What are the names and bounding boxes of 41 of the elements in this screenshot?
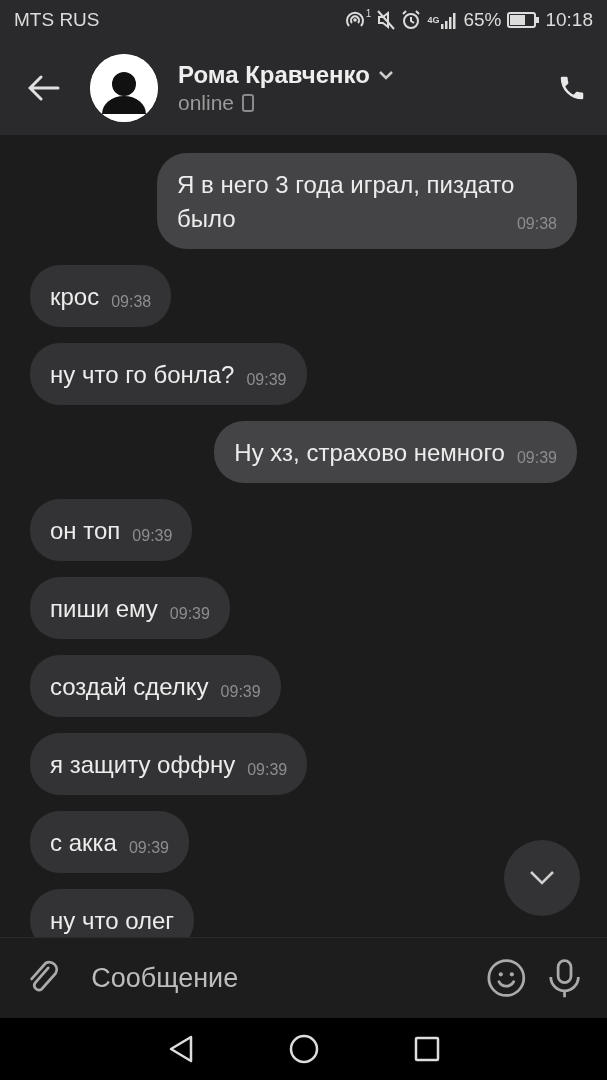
back-arrow-icon[interactable] xyxy=(28,74,60,101)
message-time: 09:39 xyxy=(220,682,261,702)
received-message: я защиту оффну 09:39 xyxy=(30,733,308,795)
chevron-down-icon xyxy=(529,870,555,886)
received-message: крос 09:38 xyxy=(30,265,172,327)
contact-status: online xyxy=(178,90,235,115)
message-time: 09:39 xyxy=(169,604,210,624)
home-icon[interactable] xyxy=(288,1034,319,1064)
chevron-down-icon[interactable] xyxy=(377,69,394,80)
mute-icon xyxy=(377,10,396,30)
received-message: пиши ему 09:39 xyxy=(30,577,230,639)
message-time: 09:38 xyxy=(516,214,557,234)
battery-percent: 65% xyxy=(463,9,502,31)
phone-device-icon xyxy=(242,93,255,112)
received-message: ну что го бонла? 09:39 xyxy=(30,343,307,405)
received-message: ну что олег xyxy=(30,889,195,937)
back-icon[interactable] xyxy=(167,1035,194,1063)
avatar[interactable] xyxy=(90,53,158,122)
microphone-icon[interactable] xyxy=(547,957,581,999)
clock: 10:18 xyxy=(545,9,593,31)
contact-name[interactable]: Рома Кравченко xyxy=(178,60,370,89)
message-time: 09:39 xyxy=(516,448,557,468)
sent-message: Ну хз, страхово немного 09:39 xyxy=(214,421,577,483)
alarm-icon xyxy=(401,10,422,30)
message-time: 09:39 xyxy=(128,838,169,858)
message-time: 09:39 xyxy=(247,760,288,780)
message-time: 09:39 xyxy=(246,370,287,390)
battery-icon xyxy=(507,12,540,28)
sent-message: Я в него 3 года играл, пиздато было 09:38 xyxy=(157,153,577,249)
smiley-icon[interactable] xyxy=(487,957,526,999)
signal-icon xyxy=(441,11,458,29)
message-time: 09:38 xyxy=(111,292,152,312)
message-time: 09:39 xyxy=(132,526,173,546)
message-input[interactable]: Сообщение xyxy=(81,962,466,994)
carrier-name: MTS RUS xyxy=(14,9,101,31)
received-message: с акка 09:39 xyxy=(30,811,189,873)
received-message: создай сделку 09:39 xyxy=(30,655,281,717)
received-message: он топ 09:39 xyxy=(30,499,193,561)
recents-icon[interactable] xyxy=(413,1036,440,1062)
network-label: 4G xyxy=(427,15,440,25)
hotspot-count: 1 xyxy=(365,8,372,19)
